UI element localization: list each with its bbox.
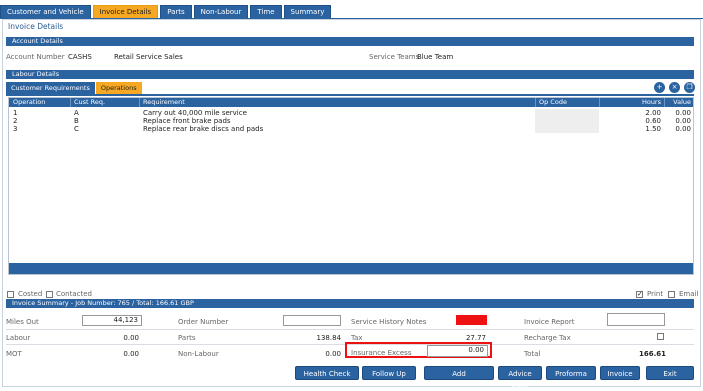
exit-button[interactable]: Exit [646, 366, 694, 380]
service-teams-label: Service Teams [369, 53, 420, 61]
labour-label: Labour [6, 334, 31, 342]
add-button[interactable]: Add [424, 366, 494, 380]
column-divider [70, 98, 71, 107]
order-number-label: Order Number [178, 318, 229, 326]
column-operation[interactable]: Operation [13, 98, 45, 107]
tab-parts[interactable]: Parts [160, 5, 192, 18]
copy-icon[interactable]: ❐ [684, 82, 695, 93]
costed-checkbox[interactable] [7, 291, 14, 298]
service-teams-value: Blue Team [417, 53, 454, 61]
invoice-button[interactable]: Invoice [600, 366, 640, 380]
operation-cell: 1 [13, 109, 18, 117]
column-op-code[interactable]: Op Code [539, 98, 567, 107]
miles-out-input[interactable]: 44,123 [82, 315, 142, 326]
table-row[interactable]: 3 C Replace rear brake discs and pads 1.… [9, 125, 693, 133]
invoice-summary-header: Invoice Summary - Job Number: 765 / Tota… [6, 299, 694, 308]
requirement-cell: Replace rear brake discs and pads [143, 125, 264, 133]
operations-table: Operation Cust Req. Requirement Op Code … [8, 97, 694, 275]
mot-value: 0.00 [123, 350, 139, 358]
column-requirement[interactable]: Requirement [143, 98, 185, 107]
op-code-cell [535, 117, 599, 125]
print-checkbox[interactable] [636, 290, 643, 298]
labour-subtabs: Customer Requirements Operations [6, 82, 143, 94]
hours-cell: 0.60 [645, 117, 661, 125]
column-hours[interactable]: Hours [609, 98, 661, 107]
service-history-flag[interactable] [456, 315, 487, 325]
column-divider [599, 98, 600, 107]
value-cell: 0.00 [675, 125, 691, 133]
account-number-value: CASHS [68, 53, 92, 61]
health-check-button[interactable]: Health Check [295, 366, 359, 380]
advice-note-button[interactable]: Advice Note [498, 366, 542, 391]
order-number-input[interactable] [283, 315, 341, 326]
requirement-cell: Carry out 40,000 mile service [143, 109, 247, 117]
column-value[interactable]: Value [667, 98, 691, 107]
tab-time[interactable]: Time [250, 5, 282, 18]
table-row[interactable]: 1 A Carry out 40,000 mile service 2.00 0… [9, 109, 693, 117]
contacted-checkbox[interactable] [46, 291, 53, 298]
cust-req-cell: A [74, 109, 79, 117]
non-labour-value: 0.00 [325, 350, 341, 358]
costed-label: Costed [18, 290, 43, 298]
op-code-cell [535, 109, 599, 117]
account-name-value: Retail Service Sales [114, 53, 183, 61]
value-cell: 0.00 [675, 117, 691, 125]
subtab-underline [6, 94, 694, 96]
delete-icon[interactable]: × [669, 82, 680, 93]
miles-out-label: Miles Out [6, 318, 39, 326]
proforma-button[interactable]: Proforma [546, 366, 596, 380]
total-label: Total [524, 350, 541, 358]
account-number-label: Account Number [6, 53, 65, 61]
main-tabs: Customer and Vehicle Invoice Details Par… [0, 5, 333, 18]
recharge-tax-checkbox[interactable] [657, 333, 664, 340]
subtab-customer-requirements[interactable]: Customer Requirements [6, 82, 95, 94]
parts-value: 138.84 [316, 334, 342, 342]
total-value: 166.61 [638, 350, 666, 358]
value-cell: 0.00 [675, 109, 691, 117]
hours-cell: 2.00 [645, 109, 661, 117]
contacted-label: Contacted [56, 290, 92, 298]
print-label: Print [647, 290, 664, 298]
hours-cell: 1.50 [645, 125, 661, 133]
table-row[interactable]: 2 B Replace front brake pads 0.60 0.00 [9, 117, 693, 125]
follow-up-button[interactable]: Follow Up [362, 366, 416, 380]
recharge-tax-label: Recharge Tax [524, 334, 571, 342]
table-header: Operation Cust Req. Requirement Op Code … [9, 98, 693, 107]
tax-value: 27.77 [465, 334, 486, 342]
insurance-excess-label: Insurance Excess [351, 349, 412, 357]
tax-label: Tax [351, 334, 363, 342]
cust-req-cell: C [74, 125, 79, 133]
mot-label: MOT [6, 350, 22, 358]
operation-cell: 2 [13, 117, 18, 125]
column-divider [535, 98, 536, 107]
column-divider [664, 98, 665, 107]
non-labour-label: Non-Labour [178, 350, 219, 358]
subtab-operations[interactable]: Operations [95, 82, 142, 94]
email-checkbox[interactable] [668, 291, 675, 298]
service-history-label: Service History Notes [351, 318, 427, 326]
column-cust-req[interactable]: Cust Req. [74, 98, 105, 107]
page-title: Invoice Details [8, 22, 64, 31]
labour-details-header: Labour Details [6, 70, 694, 79]
op-code-cell [535, 125, 599, 133]
tab-customer-and-vehicle[interactable]: Customer and Vehicle [0, 5, 91, 18]
table-footer [9, 263, 693, 274]
invoice-report-label: Invoice Report [524, 318, 575, 326]
parts-label: Parts [178, 334, 196, 342]
tab-summary[interactable]: Summary [283, 5, 332, 18]
divider [6, 329, 694, 330]
add-icon[interactable]: + [654, 82, 665, 93]
insurance-excess-input[interactable]: 0.00 [427, 345, 488, 357]
email-label: Email [679, 290, 699, 298]
requirement-cell: Replace front brake pads [143, 117, 231, 125]
account-details-header: Account Details [6, 37, 694, 46]
cust-req-cell: B [74, 117, 79, 125]
operation-cell: 3 [13, 125, 18, 133]
tab-invoice-details[interactable]: Invoice Details [92, 5, 159, 18]
labour-value: 0.00 [123, 334, 139, 342]
invoice-report-input[interactable] [607, 313, 665, 326]
tab-non-labour[interactable]: Non-Labour [193, 5, 249, 18]
column-divider [139, 98, 140, 107]
